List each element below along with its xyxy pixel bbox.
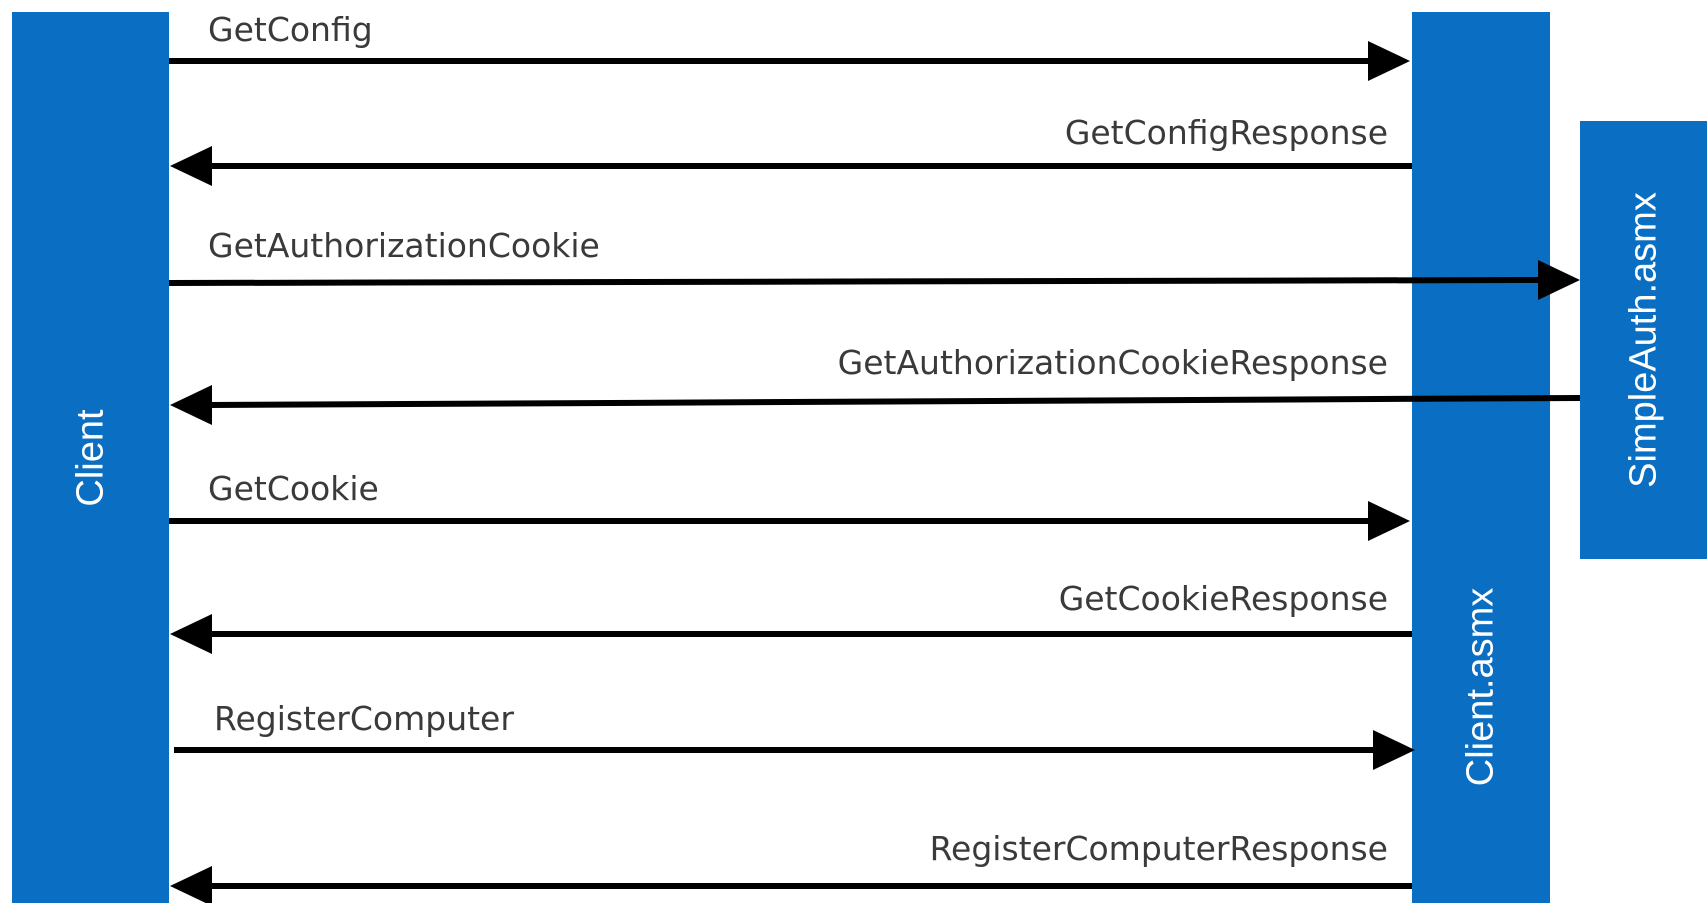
arrow-get-authorization-cookie-response bbox=[170, 385, 1581, 425]
arrow-get-authorization-cookie bbox=[168, 260, 1580, 300]
arrow-get-cookie-response bbox=[170, 614, 1412, 654]
label-register-computer-response: RegisterComputerResponse bbox=[929, 829, 1388, 868]
label-get-config: GetConfig bbox=[208, 10, 373, 49]
label-get-cookie-response: GetCookieResponse bbox=[1058, 579, 1388, 618]
arrow-get-config-response bbox=[170, 146, 1412, 186]
arrow-register-computer-response bbox=[170, 866, 1412, 903]
label-get-authorization-cookie: GetAuthorizationCookie bbox=[208, 226, 600, 265]
label-get-config-response: GetConfigResponse bbox=[1064, 113, 1388, 152]
message-arrows bbox=[168, 41, 1581, 903]
label-get-cookie: GetCookie bbox=[208, 469, 379, 508]
label-get-authorization-cookie-response: GetAuthorizationCookieResponse bbox=[837, 343, 1388, 382]
label-register-computer: RegisterComputer bbox=[214, 699, 514, 738]
